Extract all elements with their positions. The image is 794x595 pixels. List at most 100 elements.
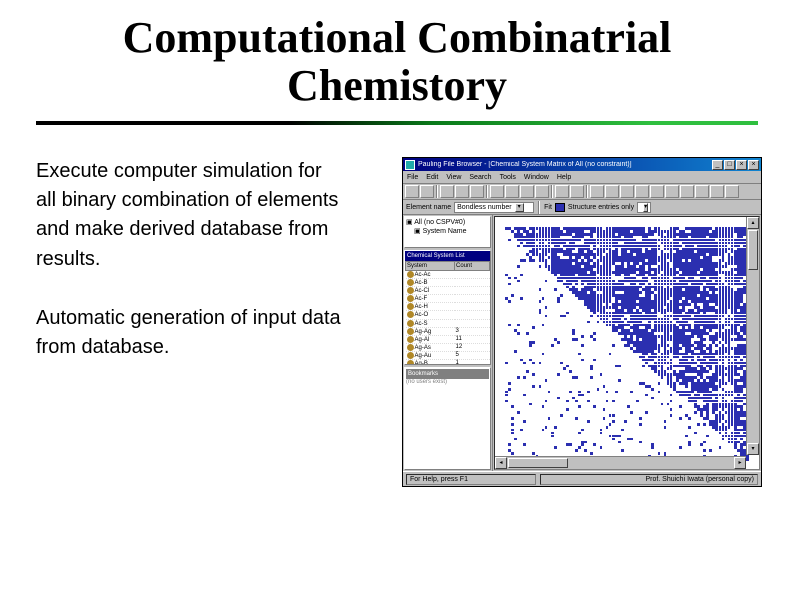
list-item[interactable]: Ag-Ag [406,327,455,335]
para1-line2: all binary combination of elements [36,186,394,215]
list-item-count: 11 [455,335,490,343]
scroll-thumb[interactable] [748,230,758,270]
list-item[interactable]: Ag-Al [406,335,455,343]
list-col-system[interactable]: System [406,262,455,271]
list-item[interactable]: Ac-S [406,319,455,327]
list-item-count: 12 [455,343,490,351]
tree-root[interactable]: All (no CSPV#0) [414,219,465,226]
scroll-up-icon[interactable]: ▴ [747,217,759,229]
list-header: Chemical System List [405,251,490,261]
list-item-count: 1 [455,359,490,365]
list-item[interactable]: Ac-O [406,311,455,319]
toolbar-separator [436,185,438,198]
left-sidebar: ▣ All (no CSPV#0) ▣ System Name Chemical… [403,215,493,471]
toolbar-button[interactable] [505,185,519,198]
list-item[interactable]: Ac-Cl [406,287,455,295]
menu-search[interactable]: Search [469,174,491,181]
menu-bar[interactable]: File Edit View Search Tools Window Help [403,171,761,184]
structure-label: Structure entries only [568,204,634,211]
scroll-down-icon[interactable]: ▾ [747,443,759,455]
slide-title: Computational Combinatrial Chemistory [36,14,758,109]
matrix-view[interactable]: ▴ ▾ ◂ ▸ [494,216,760,470]
tree-panel[interactable]: ▣ All (no CSPV#0) ▣ System Name [404,216,491,248]
menu-file[interactable]: File [407,174,418,181]
fit-combo[interactable]: ▾ [637,202,651,213]
list-item[interactable]: Ac-H [406,303,455,311]
scrollbar-vertical[interactable]: ▴ ▾ [746,217,759,455]
filter-bar: Element name Bondless number ▾ Fit Struc… [403,200,761,215]
bookmarks-panel[interactable]: Bookmarks (no users exist) [404,367,491,470]
tree-child[interactable]: System Name [423,228,467,235]
toolbar-button[interactable] [635,185,649,198]
toolbar-button[interactable] [590,185,604,198]
status-help: For Help, press F1 [406,474,536,485]
scroll-left-icon[interactable]: ◂ [495,457,507,469]
toolbar-button[interactable] [440,185,454,198]
list-item-count [455,295,490,303]
toolbar-button[interactable] [710,185,724,198]
status-bar: For Help, press F1 Prof. Shuichi Iwata (… [403,471,761,486]
menu-view[interactable]: View [446,174,461,181]
list-item-count: 5 [455,351,490,359]
list-item[interactable]: Ac-B [406,279,455,287]
window-title: Pauling File Browser - [Chemical System … [418,161,712,168]
toolbar-button[interactable] [420,185,434,198]
toolbar-button[interactable] [555,185,569,198]
toolbar-button[interactable] [680,185,694,198]
para2-line1: Automatic generation of input data [36,304,394,333]
toolbar-button[interactable] [405,185,419,198]
list-item-count [455,287,490,295]
scroll-thumb[interactable] [508,458,568,468]
color-swatch-blue[interactable] [555,203,565,212]
maximize-icon[interactable]: □ [724,160,735,170]
menu-help[interactable]: Help [557,174,571,181]
element-label: Element name [406,204,451,211]
toolbar [403,184,761,200]
toolbar-button[interactable] [605,185,619,198]
list-item[interactable]: Ac-F [406,295,455,303]
toolbar-separator [486,185,488,198]
toolbar-button[interactable] [665,185,679,198]
list-item[interactable]: Ag-Au [406,351,455,359]
toolbar-button[interactable] [470,185,484,198]
scrollbar-horizontal[interactable]: ◂ ▸ [495,456,746,469]
toolbar-button[interactable] [535,185,549,198]
chevron-down-icon[interactable]: ▾ [515,203,524,212]
body-text: Execute computer simulation for all bina… [36,157,394,487]
menu-edit[interactable]: Edit [426,174,438,181]
system-list-panel[interactable]: Chemical System List System Count Ac-AcA… [404,250,491,365]
mdi-close-icon[interactable]: × [748,160,759,170]
toolbar-button[interactable] [650,185,664,198]
list-item-count [455,271,490,279]
list-item-count [455,303,490,311]
toolbar-button[interactable] [570,185,584,198]
menu-window[interactable]: Window [524,174,549,181]
app-icon [405,160,415,170]
list-item[interactable]: Ac-Ac [406,271,455,279]
bookmarks-empty: (no users exist) [406,379,489,385]
element-combo-value: Bondless number [457,204,511,211]
divider-bar [36,121,758,125]
toolbar-button[interactable] [520,185,534,198]
menu-tools[interactable]: Tools [500,174,516,181]
list-item-count [455,319,490,327]
toolbar-button[interactable] [455,185,469,198]
window-titlebar[interactable]: Pauling File Browser - [Chemical System … [403,158,761,171]
para1-line4: results. [36,245,394,274]
list-item-count: 3 [455,327,490,335]
close-icon[interactable]: × [736,160,747,170]
scroll-right-icon[interactable]: ▸ [734,457,746,469]
minimize-icon[interactable]: _ [712,160,723,170]
screenshot-app-window: Pauling File Browser - [Chemical System … [402,157,762,487]
toolbar-button[interactable] [725,185,739,198]
para2-line2: from database. [36,333,394,362]
toolbar-button[interactable] [695,185,709,198]
toolbar-button[interactable] [490,185,504,198]
list-item[interactable]: Ag-B [406,359,455,365]
bookmarks-header: Bookmarks [406,369,489,379]
list-item[interactable]: Ag-As [406,343,455,351]
element-combo[interactable]: Bondless number ▾ [454,202,534,213]
list-col-count[interactable]: Count [455,262,490,271]
chevron-down-icon[interactable]: ▾ [643,203,648,212]
toolbar-button[interactable] [620,185,634,198]
